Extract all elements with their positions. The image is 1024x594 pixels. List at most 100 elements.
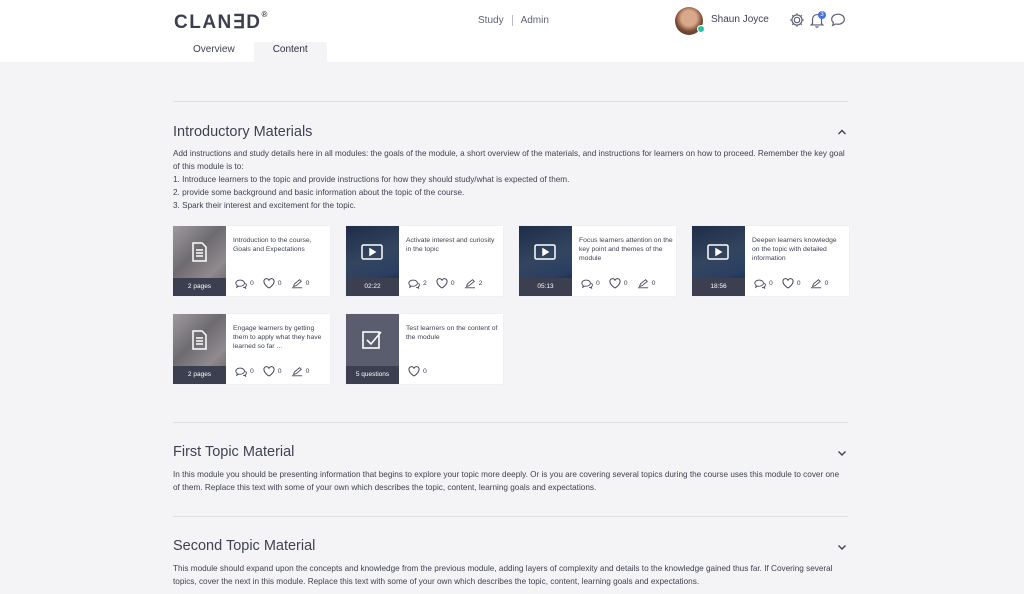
- card-stats: 0 0 0: [235, 366, 318, 377]
- heart-icon: [609, 278, 621, 289]
- comments-icon: [235, 367, 247, 377]
- card-thumb-label: 18:56: [692, 278, 745, 296]
- video-play-icon: [534, 244, 556, 260]
- card-title: Test learners on the content of the modu…: [406, 325, 498, 341]
- annotations-count: 0: [305, 280, 310, 287]
- online-status-indicator: [697, 25, 705, 33]
- comments-stat[interactable]: 0: [235, 278, 254, 289]
- annotation-pen-icon: [291, 279, 302, 289]
- likes-stat[interactable]: 0: [609, 278, 628, 289]
- section-title-introductory[interactable]: Introductory Materials: [173, 124, 312, 140]
- heart-icon: [263, 278, 275, 289]
- annotations-stat[interactable]: 0: [810, 278, 829, 289]
- card-stats: 0: [408, 366, 436, 377]
- section-title-second-topic[interactable]: Second Topic Material: [173, 538, 315, 554]
- heart-icon: [408, 366, 420, 377]
- annotations-stat[interactable]: 0: [291, 366, 310, 377]
- card-thumb-label: 02:22: [346, 278, 399, 296]
- notification-badge: 3: [818, 11, 826, 19]
- likes-count: 0: [277, 280, 282, 287]
- annotations-count: 0: [305, 368, 310, 375]
- material-card[interactable]: 2 pages Engage learners by getting them …: [173, 314, 330, 384]
- comments-icon: [408, 279, 420, 289]
- description-line: Add instructions and study details here …: [173, 149, 845, 171]
- material-card[interactable]: 2 pages Introduction to the course, Goal…: [173, 226, 330, 296]
- avatar[interactable]: [675, 7, 705, 35]
- heart-icon: [436, 278, 448, 289]
- comments-stat[interactable]: 2: [408, 278, 427, 289]
- comments-count: 0: [250, 280, 254, 287]
- material-card[interactable]: 5 questions Test learners on the content…: [346, 314, 503, 384]
- material-card[interactable]: 05:13 Focus learners attention on the ke…: [519, 226, 676, 296]
- document-icon: [192, 242, 207, 262]
- annotations-stat[interactable]: 0: [291, 278, 310, 289]
- annotations-count: 0: [824, 280, 829, 287]
- comments-stat[interactable]: 0: [754, 278, 773, 289]
- comments-stat[interactable]: 0: [581, 278, 600, 289]
- comments-count: 0: [769, 280, 773, 287]
- annotation-pen-icon: [810, 279, 821, 289]
- comments-stat[interactable]: 0: [235, 366, 254, 377]
- card-title: Deepen learners knowledge on the topic w…: [752, 237, 837, 262]
- heart-icon: [782, 278, 794, 289]
- chat-bubble-icon[interactable]: [829, 11, 847, 29]
- likes-stat[interactable]: 0: [408, 366, 427, 377]
- top-bar: CLAN∃D® Study Admin Shaun Joyce 3 Overvi…: [0, 0, 1024, 62]
- tab-content[interactable]: Content: [253, 42, 327, 62]
- nav-study[interactable]: Study: [478, 15, 504, 26]
- card-thumbnail: 2 pages: [173, 226, 226, 296]
- section-divider: [173, 101, 848, 102]
- card-thumb-label: 2 pages: [173, 366, 226, 384]
- chevron-down-icon[interactable]: [836, 540, 848, 552]
- user-name[interactable]: Shaun Joyce: [711, 14, 769, 25]
- annotation-pen-icon: [464, 279, 475, 289]
- annotations-count: 2: [478, 280, 483, 287]
- card-thumbnail: 5 questions: [346, 314, 399, 384]
- card-thumbnail: 02:22: [346, 226, 399, 296]
- tab-overview[interactable]: Overview: [174, 42, 254, 62]
- comments-count: 2: [423, 280, 427, 287]
- likes-stat[interactable]: 0: [263, 366, 282, 377]
- annotations-stat[interactable]: 2: [464, 278, 483, 289]
- page-tabs: Overview Content: [174, 42, 327, 62]
- section-divider: [173, 516, 848, 517]
- comments-count: 0: [596, 280, 600, 287]
- claned-logo[interactable]: CLAN∃D®: [174, 10, 267, 34]
- card-stats: 0 0 0: [754, 278, 837, 289]
- annotation-pen-icon: [637, 279, 648, 289]
- card-title: Activate interest and curiosity in the t…: [406, 237, 495, 253]
- description-line: 1. Introduce learners to the topic and p…: [173, 175, 570, 184]
- card-thumb-label: 2 pages: [173, 278, 226, 296]
- nav-admin[interactable]: Admin: [521, 15, 549, 26]
- likes-count: 0: [450, 280, 455, 287]
- likes-count: 0: [796, 280, 801, 287]
- card-title: Introduction to the course, Goals and Ex…: [233, 237, 312, 253]
- section-title-first-topic[interactable]: First Topic Material: [173, 444, 294, 460]
- material-card[interactable]: 18:56 Deepen learners knowledge on the t…: [692, 226, 849, 296]
- card-stats: 0 0 0: [235, 278, 318, 289]
- checkbox-icon: [362, 331, 382, 349]
- annotations-count: 0: [651, 280, 656, 287]
- likes-stat[interactable]: 0: [263, 278, 282, 289]
- card-thumbnail: 2 pages: [173, 314, 226, 384]
- chevron-up-icon[interactable]: [836, 125, 848, 137]
- nav-separator: [511, 15, 513, 26]
- top-nav: Study Admin: [478, 15, 549, 26]
- annotation-pen-icon: [291, 367, 302, 377]
- card-stats: 2 0 2: [408, 278, 491, 289]
- likes-stat[interactable]: 0: [436, 278, 455, 289]
- section-description-introductory: Add instructions and study details here …: [173, 147, 848, 212]
- material-card[interactable]: 02:22 Activate interest and curiosity in…: [346, 226, 503, 296]
- annotations-stat[interactable]: 0: [637, 278, 656, 289]
- document-icon: [192, 330, 207, 350]
- section-description-second-topic: This module should expand upon the conce…: [173, 564, 833, 586]
- settings-icon[interactable]: [788, 11, 806, 29]
- card-title: Engage learners by getting them to apply…: [233, 325, 322, 350]
- likes-count: 0: [423, 368, 427, 375]
- card-title: Focus learners attention on the key poin…: [579, 237, 673, 262]
- comments-icon: [754, 279, 766, 289]
- chevron-down-icon[interactable]: [836, 446, 848, 458]
- likes-stat[interactable]: 0: [782, 278, 801, 289]
- section-description-first-topic: In this module you should be presenting …: [173, 470, 840, 492]
- section-divider: [173, 422, 848, 423]
